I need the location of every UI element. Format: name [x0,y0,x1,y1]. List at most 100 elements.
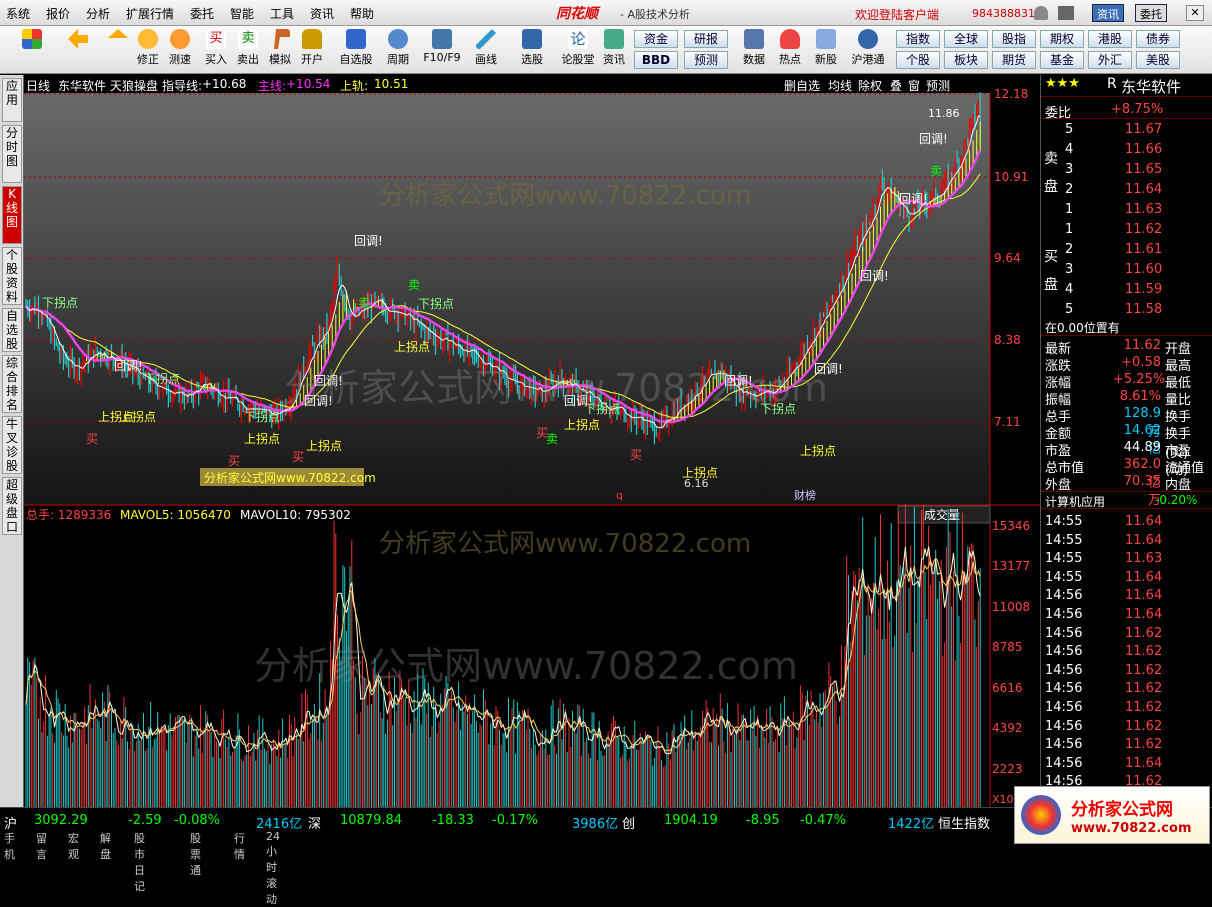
tab-ranking[interactable]: 综合排名 [2,355,22,413]
indicator-name[interactable]: 天狼操盘 [110,77,158,94]
stock-index-button[interactable]: 股指 [992,30,1036,48]
welcome-text[interactable]: 欢迎登陆客户端 [855,6,939,23]
options-button[interactable]: 期权 [1040,30,1084,48]
buy-button[interactable]: 买入 [205,53,227,66]
left-tab-bar: 应用 分时图 K线图 个股资料 自选股 综合排名 牛叉诊股 超级盘口 [0,75,24,807]
speedtest-button[interactable]: 测速 [169,53,191,66]
back-arrow-icon[interactable] [68,29,88,49]
trade-button[interactable]: 委托 [1135,4,1167,22]
forex-button[interactable]: 外汇 [1088,51,1132,69]
data-button[interactable]: 数据 [743,53,765,66]
hk-button[interactable]: 港股 [1088,30,1132,48]
period-label[interactable]: 日线 [26,77,50,94]
simulate-button[interactable]: 模拟 [269,53,291,66]
bond-button[interactable]: 债券 [1136,30,1180,48]
menu-quote[interactable]: 报价 [46,5,70,22]
report-button[interactable]: 研报 [684,30,728,48]
sell-level[interactable]: 1 11.63 [1041,201,1212,219]
tab-market[interactable]: 行情 [234,830,245,862]
sector-button[interactable]: 板块 [944,51,988,69]
volume-axis-label: 11008 [992,600,1030,614]
exright-button[interactable]: 除权 [858,77,882,94]
sell-level[interactable]: 2 11.64 [1041,181,1212,199]
sector-name[interactable]: 计算机应用 [1045,493,1105,510]
remove-watch-button[interactable]: 删自选 [784,77,820,94]
tab-kline[interactable]: K线图 [2,186,22,244]
hot-button[interactable]: 热点 [779,53,801,66]
select-stock-button[interactable]: 选股 [521,53,543,66]
hsi-label[interactable]: 恒生指数 [938,813,990,832]
tab-diary[interactable]: 股市日记 [134,830,145,894]
tab-24h[interactable]: 24小时滚动 [266,830,280,907]
menu-trade[interactable]: 委托 [190,5,214,22]
global-button[interactable]: 全球 [944,30,988,48]
menu-system[interactable]: 系统 [6,5,30,22]
us-stock-button[interactable]: 美股 [1136,51,1180,69]
forum-button[interactable]: 论股堂 [562,53,595,66]
fix-icon [138,29,158,49]
sz-label[interactable]: 深 [308,813,321,832]
bbd-button[interactable]: BBD [634,51,678,69]
close-icon[interactable]: ✕ [1186,5,1204,21]
draw-button[interactable]: 画线 [475,53,497,66]
buy-level[interactable]: 1 11.62 [1041,221,1212,239]
tab-level2[interactable]: 超级盘口 [2,477,22,535]
tab-intraday[interactable]: 分时图 [2,125,22,183]
watchlist-button[interactable]: 自选股 [340,53,373,66]
tab-message[interactable]: 留言 [36,830,47,862]
windows-icon[interactable] [22,29,42,49]
buy-icon: 买 [206,29,226,49]
sell-level[interactable]: 5 11.67 [1041,121,1212,139]
up-arrow-icon[interactable] [108,29,128,38]
ma-button[interactable]: 均线 [828,77,852,94]
buy-level[interactable]: 4 11.59 [1041,281,1212,299]
news-tool-button[interactable]: 资讯 [603,53,625,66]
menu-analysis[interactable]: 分析 [86,5,110,22]
buy-level[interactable]: 2 11.61 [1041,241,1212,259]
overlay-button[interactable]: 叠 [890,77,902,94]
bell-icon[interactable] [1034,6,1048,20]
tab-apps[interactable]: 应用 [2,78,22,122]
tab-macro[interactable]: 宏观 [68,830,79,862]
shirt-icon[interactable] [1058,6,1074,20]
chart-area: 12.18 10.91 9.64 8.38 7.11 回调! 回调! 回调! 回调! 回调! 回调!… [24,75,1040,807]
tab-commentary[interactable]: 解盘 [100,830,111,862]
menu-tools[interactable]: 工具 [270,5,294,22]
fund-button[interactable]: 基金 [1040,51,1084,69]
event-marker-q[interactable]: q [616,489,623,502]
level-price: 11.66 [1125,142,1163,157]
period-button[interactable]: 周期 [387,53,409,66]
ipo-button[interactable]: 新股 [815,53,837,66]
forecast-kline-button[interactable]: 预测 [926,77,950,94]
tab-stocktong[interactable]: 股票通 [190,830,201,878]
menu-help[interactable]: 帮助 [350,5,374,22]
fix-button[interactable]: 修正 [137,53,159,66]
tab-diagnose[interactable]: 牛叉诊股 [2,416,22,474]
sell-button[interactable]: 卖出 [237,53,259,66]
futures-button[interactable]: 期货 [992,51,1036,69]
sell-level[interactable]: 3 11.65 [1041,161,1212,179]
buy-level[interactable]: 5 11.58 [1041,301,1212,319]
f10-button[interactable]: F10/F9 [423,51,460,64]
sell-level[interactable]: 4 11.66 [1041,141,1212,159]
tab-profile[interactable]: 个股资料 [2,247,22,305]
stat-value: 8.61% [1119,389,1161,404]
menu-news[interactable]: 资讯 [310,5,334,22]
shhk-button[interactable]: 沪港通 [852,53,885,66]
tab-watchlist[interactable]: 自选股 [2,308,22,352]
forecast-button[interactable]: 预测 [684,51,728,69]
event-marker-report[interactable]: 财榜 [794,488,816,502]
buy-level[interactable]: 3 11.60 [1041,261,1212,279]
open-account-button[interactable]: 开户 [301,53,323,66]
news-button[interactable]: 资讯 [1092,4,1124,22]
stock-button[interactable]: 个股 [896,51,940,69]
signal-back-label: 回调! [860,269,889,283]
index-button[interactable]: 指数 [896,30,940,48]
tick-price: 11.62 [1125,644,1163,660]
menu-extended[interactable]: 扩展行情 [126,5,174,22]
cy-label[interactable]: 创 [622,813,635,832]
window-button[interactable]: 窗 [908,77,920,94]
tab-mobile[interactable]: 手机 [4,830,15,862]
capital-button[interactable]: 资金 [634,30,678,48]
menu-smart[interactable]: 智能 [230,5,254,22]
